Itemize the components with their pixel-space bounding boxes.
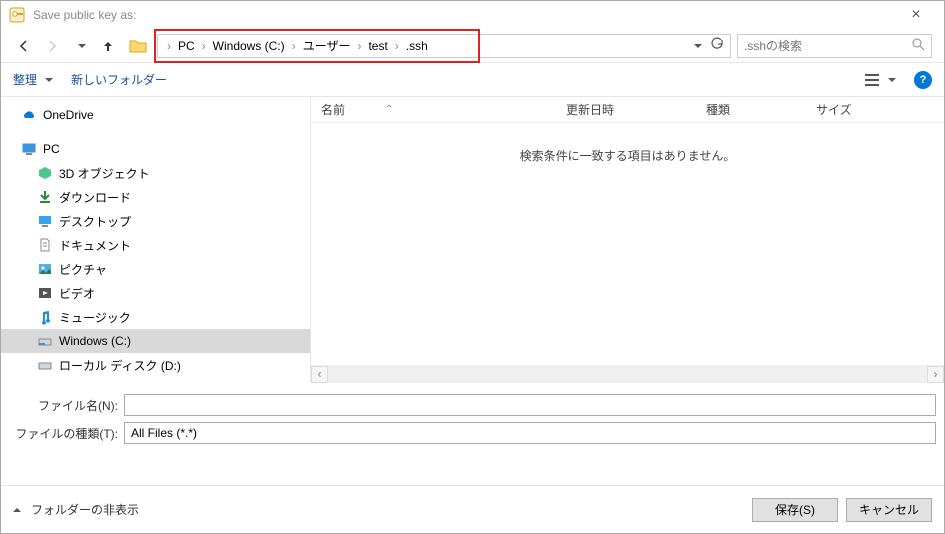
chevron-right-icon: › — [199, 39, 209, 53]
crumb-users[interactable]: ユーザー — [299, 37, 355, 54]
drive-icon — [37, 333, 53, 349]
tree-label: ビデオ — [59, 285, 95, 302]
titlebar: Save public key as: × — [1, 1, 944, 29]
crumb-ssh[interactable]: .ssh — [402, 39, 432, 53]
save-form: ファイル名(N): ファイルの種類(T): All Files (*.*) — [1, 382, 944, 454]
tree-label: 3D オブジェクト — [59, 165, 150, 182]
empty-message: 検索条件に一致する項目はありません。 — [311, 123, 944, 164]
tree-label: ミュージック — [59, 309, 131, 326]
desktop-icon — [37, 213, 53, 229]
filename-input[interactable] — [124, 394, 936, 416]
help-button[interactable]: ? — [914, 71, 932, 89]
tree-label: ローカル ディスク (D:) — [59, 357, 181, 374]
app-icon — [9, 7, 25, 23]
horizontal-scrollbar[interactable]: ‹ › — [311, 365, 944, 382]
tree-downloads[interactable]: ダウンロード — [1, 185, 310, 209]
file-list-pane: 名前⌃ 更新日時 種類 サイズ 検索条件に一致する項目はありません。 ‹ › — [311, 97, 944, 382]
toolbar: 整理 新しいフォルダー ? — [1, 63, 944, 97]
navbar: › PC › Windows (C:) › ユーザー › test › .ssh — [1, 29, 944, 63]
filename-label: ファイル名(N): — [9, 397, 124, 414]
crumb-test[interactable]: test — [364, 39, 391, 53]
hide-folders-button[interactable]: フォルダーの非表示 — [13, 501, 139, 518]
tree-label: ピクチャ — [59, 261, 107, 278]
chevron-right-icon: › — [354, 39, 364, 53]
music-icon — [37, 309, 53, 325]
address-bar[interactable]: › PC › Windows (C:) › ユーザー › test › .ssh — [157, 34, 731, 58]
up-button[interactable] — [97, 35, 119, 57]
3d-icon — [37, 165, 53, 181]
tree-documents[interactable]: ドキュメント — [1, 233, 310, 257]
refresh-button[interactable] — [710, 37, 724, 54]
crumb-c[interactable]: Windows (C:) — [209, 39, 289, 53]
tree-label: PC — [43, 142, 60, 156]
pc-icon — [21, 141, 37, 157]
scroll-right-button[interactable]: › — [927, 366, 944, 383]
main: OneDrive PC 3D オブジェクト ダウンロード デスクトップ ドキュメ… — [1, 97, 944, 382]
column-type[interactable]: 種類 — [696, 101, 806, 118]
chevron-right-icon: › — [164, 39, 174, 53]
search-box[interactable] — [737, 34, 932, 58]
search-input[interactable] — [744, 39, 912, 53]
tree-c-drive[interactable]: Windows (C:) — [1, 329, 310, 353]
new-folder-button[interactable]: 新しいフォルダー — [71, 71, 167, 88]
tree-music[interactable]: ミュージック — [1, 305, 310, 329]
filetype-label: ファイルの種類(T): — [9, 425, 124, 442]
scroll-track[interactable] — [328, 366, 927, 383]
scroll-left-button[interactable]: ‹ — [311, 366, 328, 383]
tree-videos[interactable]: ビデオ — [1, 281, 310, 305]
tree-label: OneDrive — [43, 108, 94, 122]
column-date[interactable]: 更新日時 — [556, 101, 696, 118]
view-options-button[interactable] — [864, 72, 896, 88]
tree-label: Windows (C:) — [59, 334, 131, 348]
tree-label: ダウンロード — [59, 189, 131, 206]
search-icon — [912, 38, 925, 54]
chevron-down-icon — [884, 73, 896, 87]
organize-menu[interactable]: 整理 — [13, 71, 53, 88]
filetype-select[interactable]: All Files (*.*) — [124, 422, 936, 444]
chevron-up-icon — [13, 503, 25, 517]
tree-label: デスクトップ — [59, 213, 131, 230]
column-name[interactable]: 名前⌃ — [311, 101, 556, 118]
back-button[interactable] — [13, 35, 35, 57]
tree-desktop[interactable]: デスクトップ — [1, 209, 310, 233]
column-headers: 名前⌃ 更新日時 種類 サイズ — [311, 97, 944, 123]
tree-pc[interactable]: PC — [1, 137, 310, 161]
close-button[interactable]: × — [896, 6, 936, 24]
sort-asc-icon: ⌃ — [385, 104, 393, 115]
forward-button[interactable] — [41, 35, 63, 57]
save-button[interactable]: 保存(S) — [752, 498, 838, 522]
folder-icon — [129, 37, 147, 55]
download-icon — [37, 189, 53, 205]
document-icon — [37, 237, 53, 253]
tree-label: ドキュメント — [59, 237, 131, 254]
tree-pictures[interactable]: ピクチャ — [1, 257, 310, 281]
file-list[interactable]: 検索条件に一致する項目はありません。 — [311, 123, 944, 365]
window-title: Save public key as: — [33, 8, 896, 22]
pictures-icon — [37, 261, 53, 277]
address-dropdown-icon[interactable] — [690, 39, 702, 53]
tree-onedrive[interactable]: OneDrive — [1, 103, 310, 127]
footer: フォルダーの非表示 保存(S) キャンセル — [1, 485, 944, 533]
video-icon — [37, 285, 53, 301]
breadcrumb: PC › Windows (C:) › ユーザー › test › .ssh — [174, 37, 432, 54]
chevron-right-icon: › — [289, 39, 299, 53]
navigation-tree[interactable]: OneDrive PC 3D オブジェクト ダウンロード デスクトップ ドキュメ… — [1, 97, 311, 382]
chevron-right-icon: › — [392, 39, 402, 53]
column-size[interactable]: サイズ — [806, 101, 944, 118]
tree-3d[interactable]: 3D オブジェクト — [1, 161, 310, 185]
tree-d-drive[interactable]: ローカル ディスク (D:) — [1, 353, 310, 377]
drive-icon — [37, 357, 53, 373]
crumb-pc[interactable]: PC — [174, 39, 199, 53]
cloud-icon — [21, 107, 37, 123]
recent-locations-button[interactable] — [69, 35, 91, 57]
cancel-button[interactable]: キャンセル — [846, 498, 932, 522]
